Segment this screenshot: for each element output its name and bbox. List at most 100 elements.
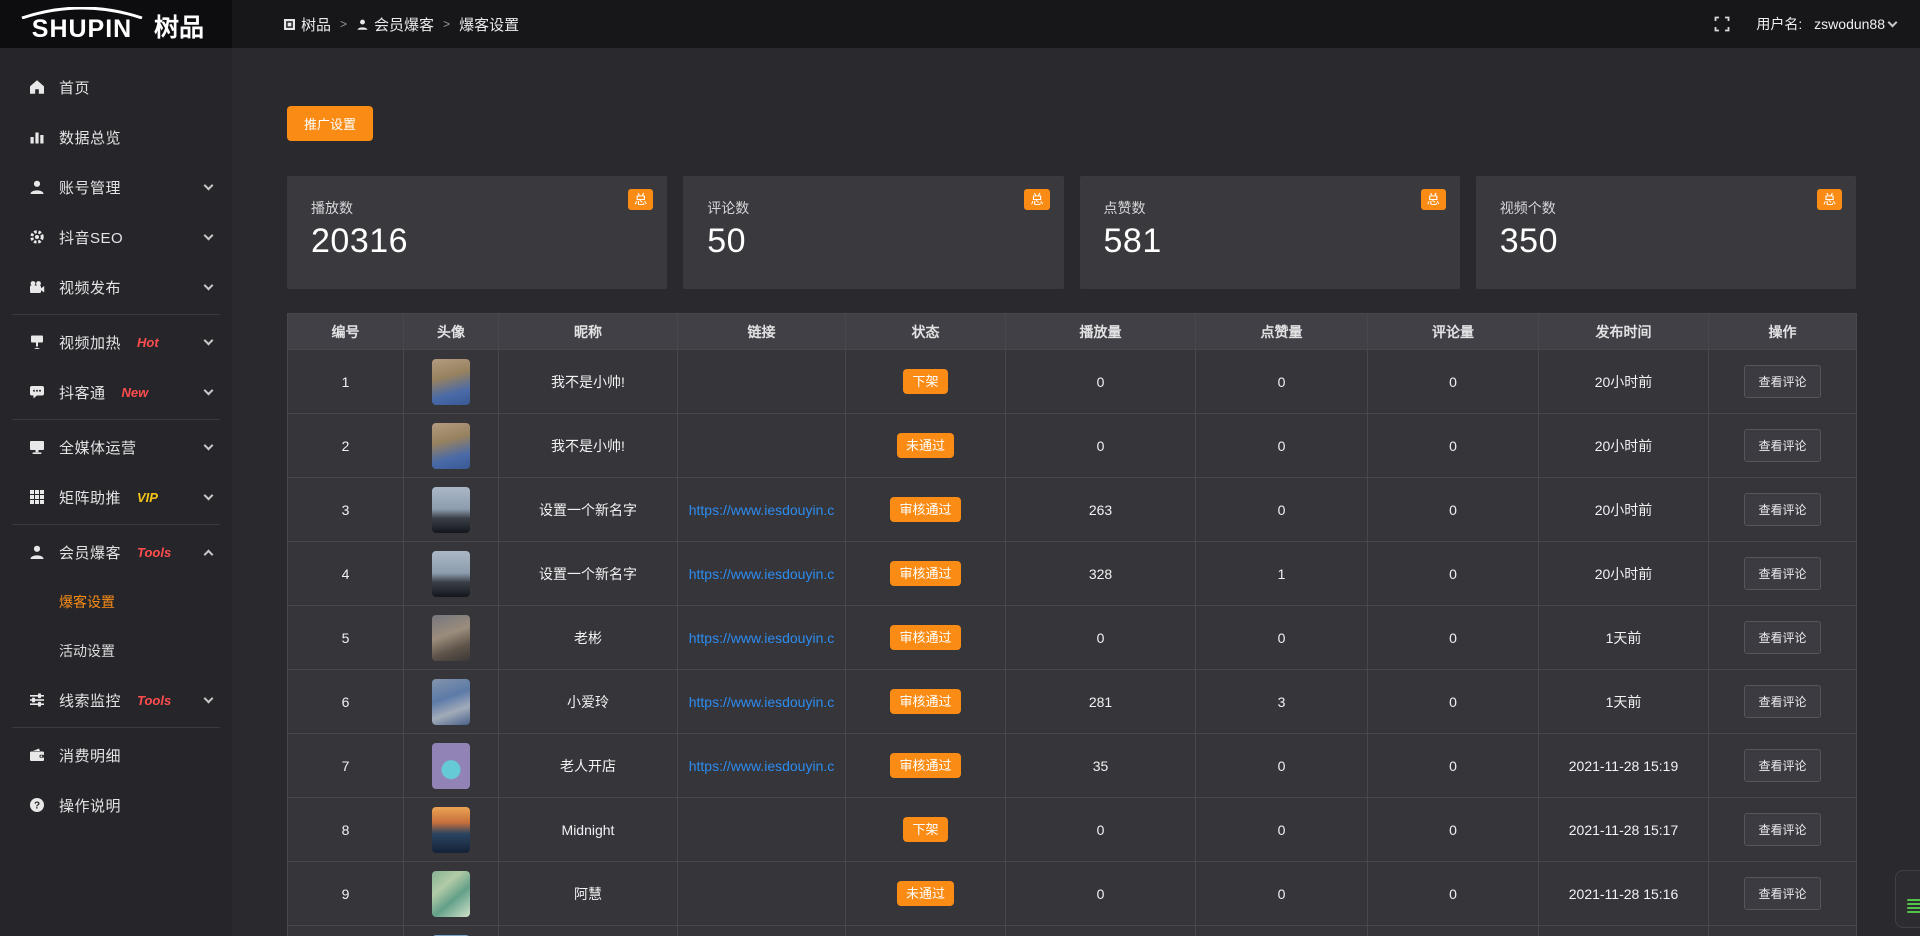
view-comments-button[interactable]: 查看评论 xyxy=(1744,493,1820,526)
user-menu[interactable]: 用户名: zswodun88 xyxy=(1756,14,1896,34)
col-header-avatar: 头像 xyxy=(404,314,499,350)
table-row: 3 设置一个新名字 https://www.iesdouyin.c 审核通过 2… xyxy=(288,478,1857,542)
cell-likes: 0 xyxy=(1196,478,1368,542)
view-comments-button[interactable]: 查看评论 xyxy=(1744,557,1820,590)
sidebar-item-omnimedia[interactable]: 全媒体运营 xyxy=(0,422,232,472)
status-badge[interactable]: 下架 xyxy=(903,817,947,842)
logo: SHUPIN 树品 xyxy=(0,0,232,48)
cell-no: 4 xyxy=(288,542,404,606)
cell-time: 2021-11-28 15:17 xyxy=(1539,798,1709,862)
view-comments-button[interactable]: 查看评论 xyxy=(1744,365,1820,398)
floating-widget[interactable] xyxy=(1895,870,1920,928)
chat-icon xyxy=(28,383,46,401)
col-header-likes: 点赞量 xyxy=(1196,314,1368,350)
logo-text-en: SHUPIN xyxy=(32,17,132,42)
status-badge[interactable]: 未通过 xyxy=(897,433,954,458)
sidebar-item-douyin-seo[interactable]: 抖音SEO xyxy=(0,212,232,262)
avatar xyxy=(432,743,470,789)
sidebar-subitem-activity-settings[interactable]: 活动设置 xyxy=(0,626,232,675)
chevron-down-icon xyxy=(204,491,214,501)
vip-tag: VIP xyxy=(137,490,158,505)
cell-time: 1天前 xyxy=(1539,670,1709,734)
status-badge[interactable]: 审核通过 xyxy=(890,625,960,650)
col-header-no: 编号 xyxy=(288,314,404,350)
cell-comments: 0 xyxy=(1368,542,1539,606)
status-badge[interactable]: 下架 xyxy=(903,369,947,394)
chevron-down-icon xyxy=(1888,18,1898,28)
cell-plays: 0 xyxy=(1006,798,1196,862)
stat-label: 点赞数 xyxy=(1104,198,1436,218)
video-link[interactable]: https://www.iesdouyin.c xyxy=(689,630,835,646)
sidebar-item-instructions[interactable]: ? 操作说明 xyxy=(0,780,232,830)
table-row: 8 Midnight 下架 0 0 0 2021-11-28 15:17 查看评… xyxy=(288,798,1857,862)
status-badge[interactable]: 审核通过 xyxy=(890,561,960,586)
video-link[interactable]: https://www.iesdouyin.c xyxy=(689,758,835,774)
widget-bar xyxy=(1907,903,1920,905)
cell-likes xyxy=(1196,926,1368,936)
view-comments-button[interactable]: 查看评论 xyxy=(1744,621,1820,654)
avatar xyxy=(432,871,470,917)
video-link[interactable]: https://www.iesdouyin.c xyxy=(689,566,835,582)
sidebar-divider xyxy=(12,314,220,315)
view-comments-button[interactable]: 查看评论 xyxy=(1744,685,1820,718)
sidebar-item-video-publish[interactable]: 视频发布 xyxy=(0,262,232,312)
cell-nickname: Midnight xyxy=(499,798,678,862)
widget-bar xyxy=(1907,899,1920,901)
gear-icon xyxy=(28,228,46,246)
cell-plays: 35 xyxy=(1006,734,1196,798)
sidebar-item-doukutong[interactable]: 抖客通 New xyxy=(0,367,232,417)
breadcrumb-home[interactable]: 树品 xyxy=(283,14,331,35)
table-header-row: 编号 头像 昵称 链接 状态 播放量 点赞量 评论量 发布时间 操作 xyxy=(288,314,1857,350)
video-link[interactable]: https://www.iesdouyin.c xyxy=(689,694,835,710)
cell-no xyxy=(288,926,404,936)
sidebar-item-matrix-boost[interactable]: 矩阵助推 VIP xyxy=(0,472,232,522)
sidebar-item-home[interactable]: 首页 xyxy=(0,62,232,112)
view-comments-button[interactable]: 查看评论 xyxy=(1744,429,1820,462)
sidebar-subitem-baoke-settings[interactable]: 爆客设置 xyxy=(0,577,232,626)
status-badge[interactable]: 审核通过 xyxy=(890,753,960,778)
status-badge[interactable]: 审核通过 xyxy=(890,497,960,522)
sidebar-item-video-heat[interactable]: 视频加热 Hot xyxy=(0,317,232,367)
cell-likes: 3 xyxy=(1196,670,1368,734)
stat-value: 20316 xyxy=(311,222,643,261)
view-comments-button[interactable]: 查看评论 xyxy=(1744,749,1820,782)
cell-plays: 0 xyxy=(1006,862,1196,926)
cell-plays: 0 xyxy=(1006,350,1196,414)
sidebar-item-lead-monitor[interactable]: 线索监控 Tools xyxy=(0,675,232,725)
chevron-up-icon xyxy=(204,549,214,559)
cell-time: 2021-11-28 15:16 xyxy=(1539,862,1709,926)
avatar xyxy=(432,359,470,405)
cell-nickname xyxy=(499,926,678,936)
view-comments-button[interactable]: 查看评论 xyxy=(1744,813,1820,846)
cell-nickname: 设置一个新名字 xyxy=(499,542,678,606)
promo-settings-button[interactable]: 推广设置 xyxy=(287,106,373,141)
fullscreen-icon[interactable] xyxy=(1714,16,1730,32)
stats-row: 播放数 20316 总 评论数 50 总 点赞数 581 总 视频个数 350 … xyxy=(287,176,1856,289)
video-link[interactable]: https://www.iesdouyin.c xyxy=(689,502,835,518)
avatar xyxy=(432,615,470,661)
sidebar-item-account-mgmt[interactable]: 账号管理 xyxy=(0,162,232,212)
total-badge: 总 xyxy=(1024,189,1049,210)
sidebar-item-member-baoke[interactable]: 会员爆客 Tools xyxy=(0,527,232,577)
cell-comments: 0 xyxy=(1368,414,1539,478)
cell-likes: 0 xyxy=(1196,414,1368,478)
cell-time: 1天前 xyxy=(1539,606,1709,670)
status-badge[interactable]: 审核通过 xyxy=(890,689,960,714)
breadcrumb-parent[interactable]: 会员爆客 xyxy=(356,14,434,35)
sidebar-item-data-overview[interactable]: 数据总览 xyxy=(0,112,232,162)
cell-likes: 1 xyxy=(1196,542,1368,606)
chevron-down-icon xyxy=(204,694,214,704)
cell-time: 20小时前 xyxy=(1539,542,1709,606)
widget-bar xyxy=(1907,907,1920,909)
cell-no: 1 xyxy=(288,350,404,414)
help-icon: ? xyxy=(28,796,46,814)
avatar xyxy=(432,807,470,853)
cell-nickname: 老人开店 xyxy=(499,734,678,798)
breadcrumb-separator: > xyxy=(340,17,347,31)
col-header-time: 发布时间 xyxy=(1539,314,1709,350)
view-comments-button[interactable]: 查看评论 xyxy=(1744,877,1820,910)
table-row: 2 我不是小帅! 未通过 0 0 0 20小时前 查看评论 xyxy=(288,414,1857,478)
chevron-down-icon xyxy=(204,386,214,396)
sidebar-item-spend-details[interactable]: 消费明细 xyxy=(0,730,232,780)
status-badge[interactable]: 未通过 xyxy=(897,881,954,906)
